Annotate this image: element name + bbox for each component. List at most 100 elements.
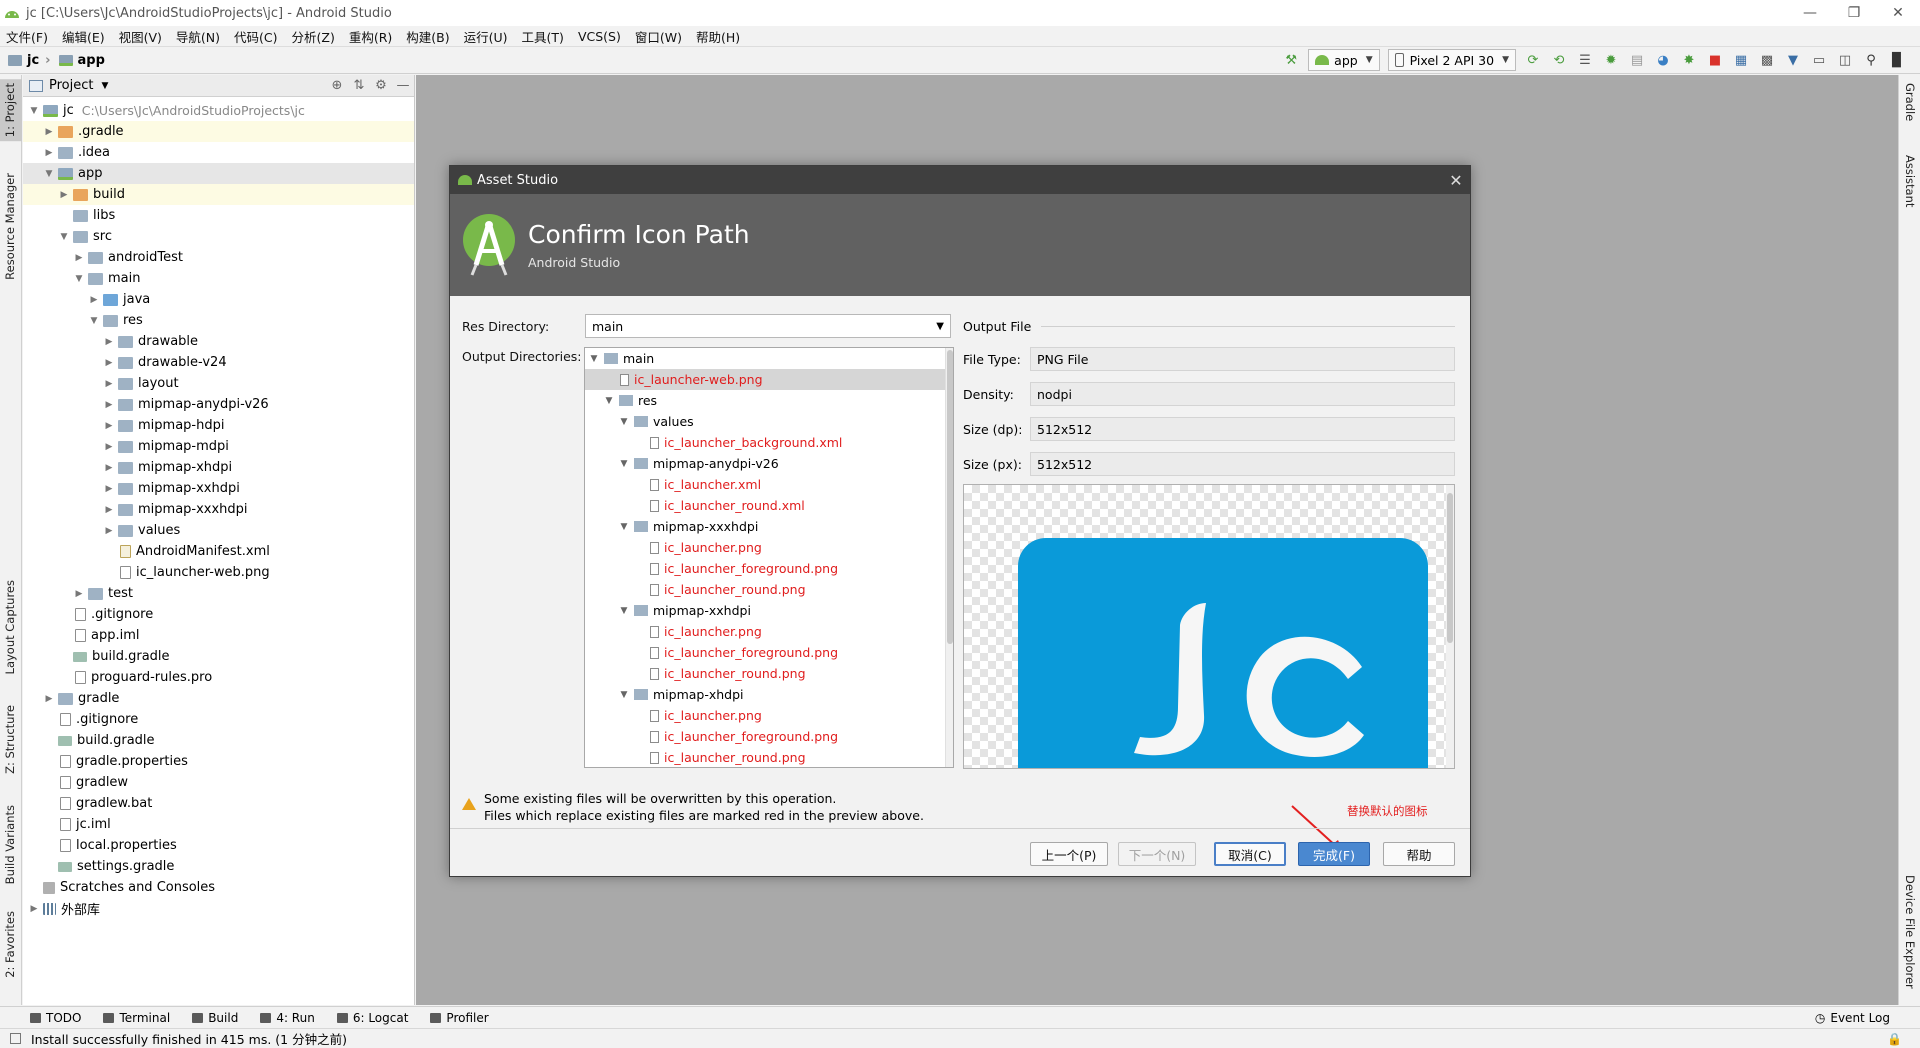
status-toggle-icon[interactable] [10,1033,21,1044]
tree-item[interactable]: .gitignore [23,604,414,625]
bottom-tab-5[interactable]: Profiler [430,1011,489,1025]
collapsed-arrow-icon[interactable]: ▶ [72,253,86,263]
menu-item-1[interactable]: 编辑(E) [62,27,105,46]
breadcrumb-project[interactable]: jc › [8,53,51,68]
menu-item-8[interactable]: 运行(U) [464,27,508,46]
menu-item-6[interactable]: 重构(R) [349,27,392,46]
tree-item[interactable]: build.gradle [23,730,414,751]
output-tree-item[interactable]: ▼ res [585,390,953,411]
gear-icon[interactable]: ⚙ [370,78,392,93]
tree-item[interactable]: gradlew.bat [23,793,414,814]
lock-icon[interactable]: 🔒 [1887,1032,1902,1046]
make-project-hammer-icon[interactable]: ⚒ [1283,52,1299,68]
tree-item[interactable]: ▶ 外部库 [23,898,414,919]
expanded-arrow-icon[interactable]: ▼ [57,232,71,242]
menu-item-5[interactable]: 分析(Z) [292,27,335,46]
collapsed-arrow-icon[interactable]: ▶ [102,463,116,473]
previous-button[interactable]: 上一个(P) [1030,842,1108,866]
expanded-arrow-icon[interactable]: ▼ [602,396,616,406]
hide-panel-icon[interactable]: — [392,78,414,93]
tree-item[interactable]: ▶ mipmap-xxxhdpi [23,499,414,520]
collapsed-arrow-icon[interactable]: ▶ [102,442,116,452]
close-window-button[interactable]: ✕ [1876,0,1920,26]
collapsed-arrow-icon[interactable]: ▶ [102,400,116,410]
tree-item[interactable]: local.properties [23,835,414,856]
profile-icon[interactable]: ◕ [1655,52,1671,68]
output-tree-item[interactable]: ic_launcher-web.png [585,369,953,390]
output-tree-item[interactable]: ic_launcher_background.xml [585,432,953,453]
tree-item[interactable]: ▶ mipmap-anydpi-v26 [23,394,414,415]
tree-item[interactable]: gradle.properties [23,751,414,772]
output-tree-item[interactable]: ▼ mipmap-xxhdpi [585,600,953,621]
tree-item[interactable]: ▶ build [23,184,414,205]
expanded-arrow-icon[interactable]: ▼ [617,522,631,532]
locate-target-icon[interactable]: ⊕ [326,78,348,93]
collapsed-arrow-icon[interactable]: ▶ [102,379,116,389]
tree-item[interactable]: ic_launcher-web.png [23,562,414,583]
collapsed-arrow-icon[interactable]: ▶ [27,904,41,914]
collapse-all-icon[interactable]: ⇅ [348,78,370,93]
tab-resource-manager[interactable]: Resource Manager [3,173,17,280]
collapsed-arrow-icon[interactable]: ▶ [102,421,116,431]
finish-button[interactable]: 完成(F) [1298,842,1370,866]
output-tree-item[interactable]: ic_launcher_round.png [585,663,953,684]
tab-project[interactable]: 1: Project [0,79,22,142]
bottom-tab-4[interactable]: 6: Logcat [336,1011,408,1025]
menu-item-4[interactable]: 代码(C) [234,27,277,46]
coverage-icon[interactable]: ▤ [1629,52,1645,68]
collapsed-arrow-icon[interactable]: ▶ [42,694,56,704]
output-tree-item[interactable]: ▼ mipmap-xxxhdpi [585,516,953,537]
expanded-arrow-icon[interactable]: ▼ [617,417,631,427]
help-button[interactable]: 帮助 [1383,842,1455,866]
tree-item[interactable]: ▼ main [23,268,414,289]
menu-item-0[interactable]: 文件(F) [6,27,48,46]
next-button[interactable]: 下一个(N) [1118,842,1196,866]
menu-item-12[interactable]: 帮助(H) [696,27,740,46]
tree-item[interactable]: jc.iml [23,814,414,835]
output-tree-item[interactable]: ic_launcher_foreground.png [585,642,953,663]
expanded-arrow-icon[interactable]: ▼ [42,169,56,179]
tree-item[interactable]: ▶ mipmap-xxhdpi [23,478,414,499]
tree-item[interactable]: ▼ res [23,310,414,331]
collapsed-arrow-icon[interactable]: ▶ [57,190,71,200]
tree-item[interactable]: build.gradle [23,646,414,667]
tree-item[interactable]: ▶ mipmap-xhdpi [23,457,414,478]
collapsed-arrow-icon[interactable]: ▶ [102,358,116,368]
stop-icon[interactable]: ■ [1707,52,1723,68]
tree-item[interactable]: ▶ layout [23,373,414,394]
search-icon[interactable]: ⚲ [1863,52,1879,68]
minimize-button[interactable]: — [1788,0,1832,26]
attach-debugger-icon[interactable]: ✸ [1681,52,1697,68]
tree-item[interactable]: ▶ test [23,583,414,604]
tree-item[interactable]: ▶ gradle [23,688,414,709]
output-tree-scrollbar[interactable] [945,348,953,767]
tree-item[interactable]: ▶ mipmap-hdpi [23,415,414,436]
tree-item[interactable]: ▶ java [23,289,414,310]
breadcrumb-module[interactable]: app [58,53,105,68]
tree-item[interactable]: ▶ mipmap-mdpi [23,436,414,457]
avd-manager-icon[interactable]: ▩ [1759,52,1775,68]
collapsed-arrow-icon[interactable]: ▶ [42,148,56,158]
tree-item[interactable]: ▶ androidTest [23,247,414,268]
layout-inspector-icon[interactable]: ◫ [1837,52,1853,68]
maximize-button[interactable]: ❐ [1832,0,1876,26]
tree-item[interactable]: gradlew [23,772,414,793]
expanded-arrow-icon[interactable]: ▼ [617,459,631,469]
rerun-list-icon[interactable]: ☰ [1577,52,1593,68]
bottom-tab-3[interactable]: 4: Run [260,1011,315,1025]
tree-item[interactable]: ▶ drawable-v24 [23,352,414,373]
output-tree-item[interactable]: ic_launcher.xml [585,474,953,495]
tree-item[interactable]: proguard-rules.pro [23,667,414,688]
project-view-selector[interactable]: Project [49,78,93,93]
tree-item[interactable]: libs [23,205,414,226]
expanded-arrow-icon[interactable]: ▼ [27,106,41,116]
sync-project-icon[interactable]: ▦ [1733,52,1749,68]
expanded-arrow-icon[interactable]: ▼ [587,354,601,364]
tab-structure[interactable]: Z: Structure [3,705,17,774]
tree-item[interactable]: ▶ drawable [23,331,414,352]
collapsed-arrow-icon[interactable]: ▶ [42,127,56,137]
expanded-arrow-icon[interactable]: ▼ [72,274,86,284]
tab-layout-captures[interactable]: Layout Captures [3,580,17,674]
event-log-tab[interactable]: ◷ Event Log [1815,1011,1890,1025]
tree-item[interactable]: ▶ .gradle [23,121,414,142]
